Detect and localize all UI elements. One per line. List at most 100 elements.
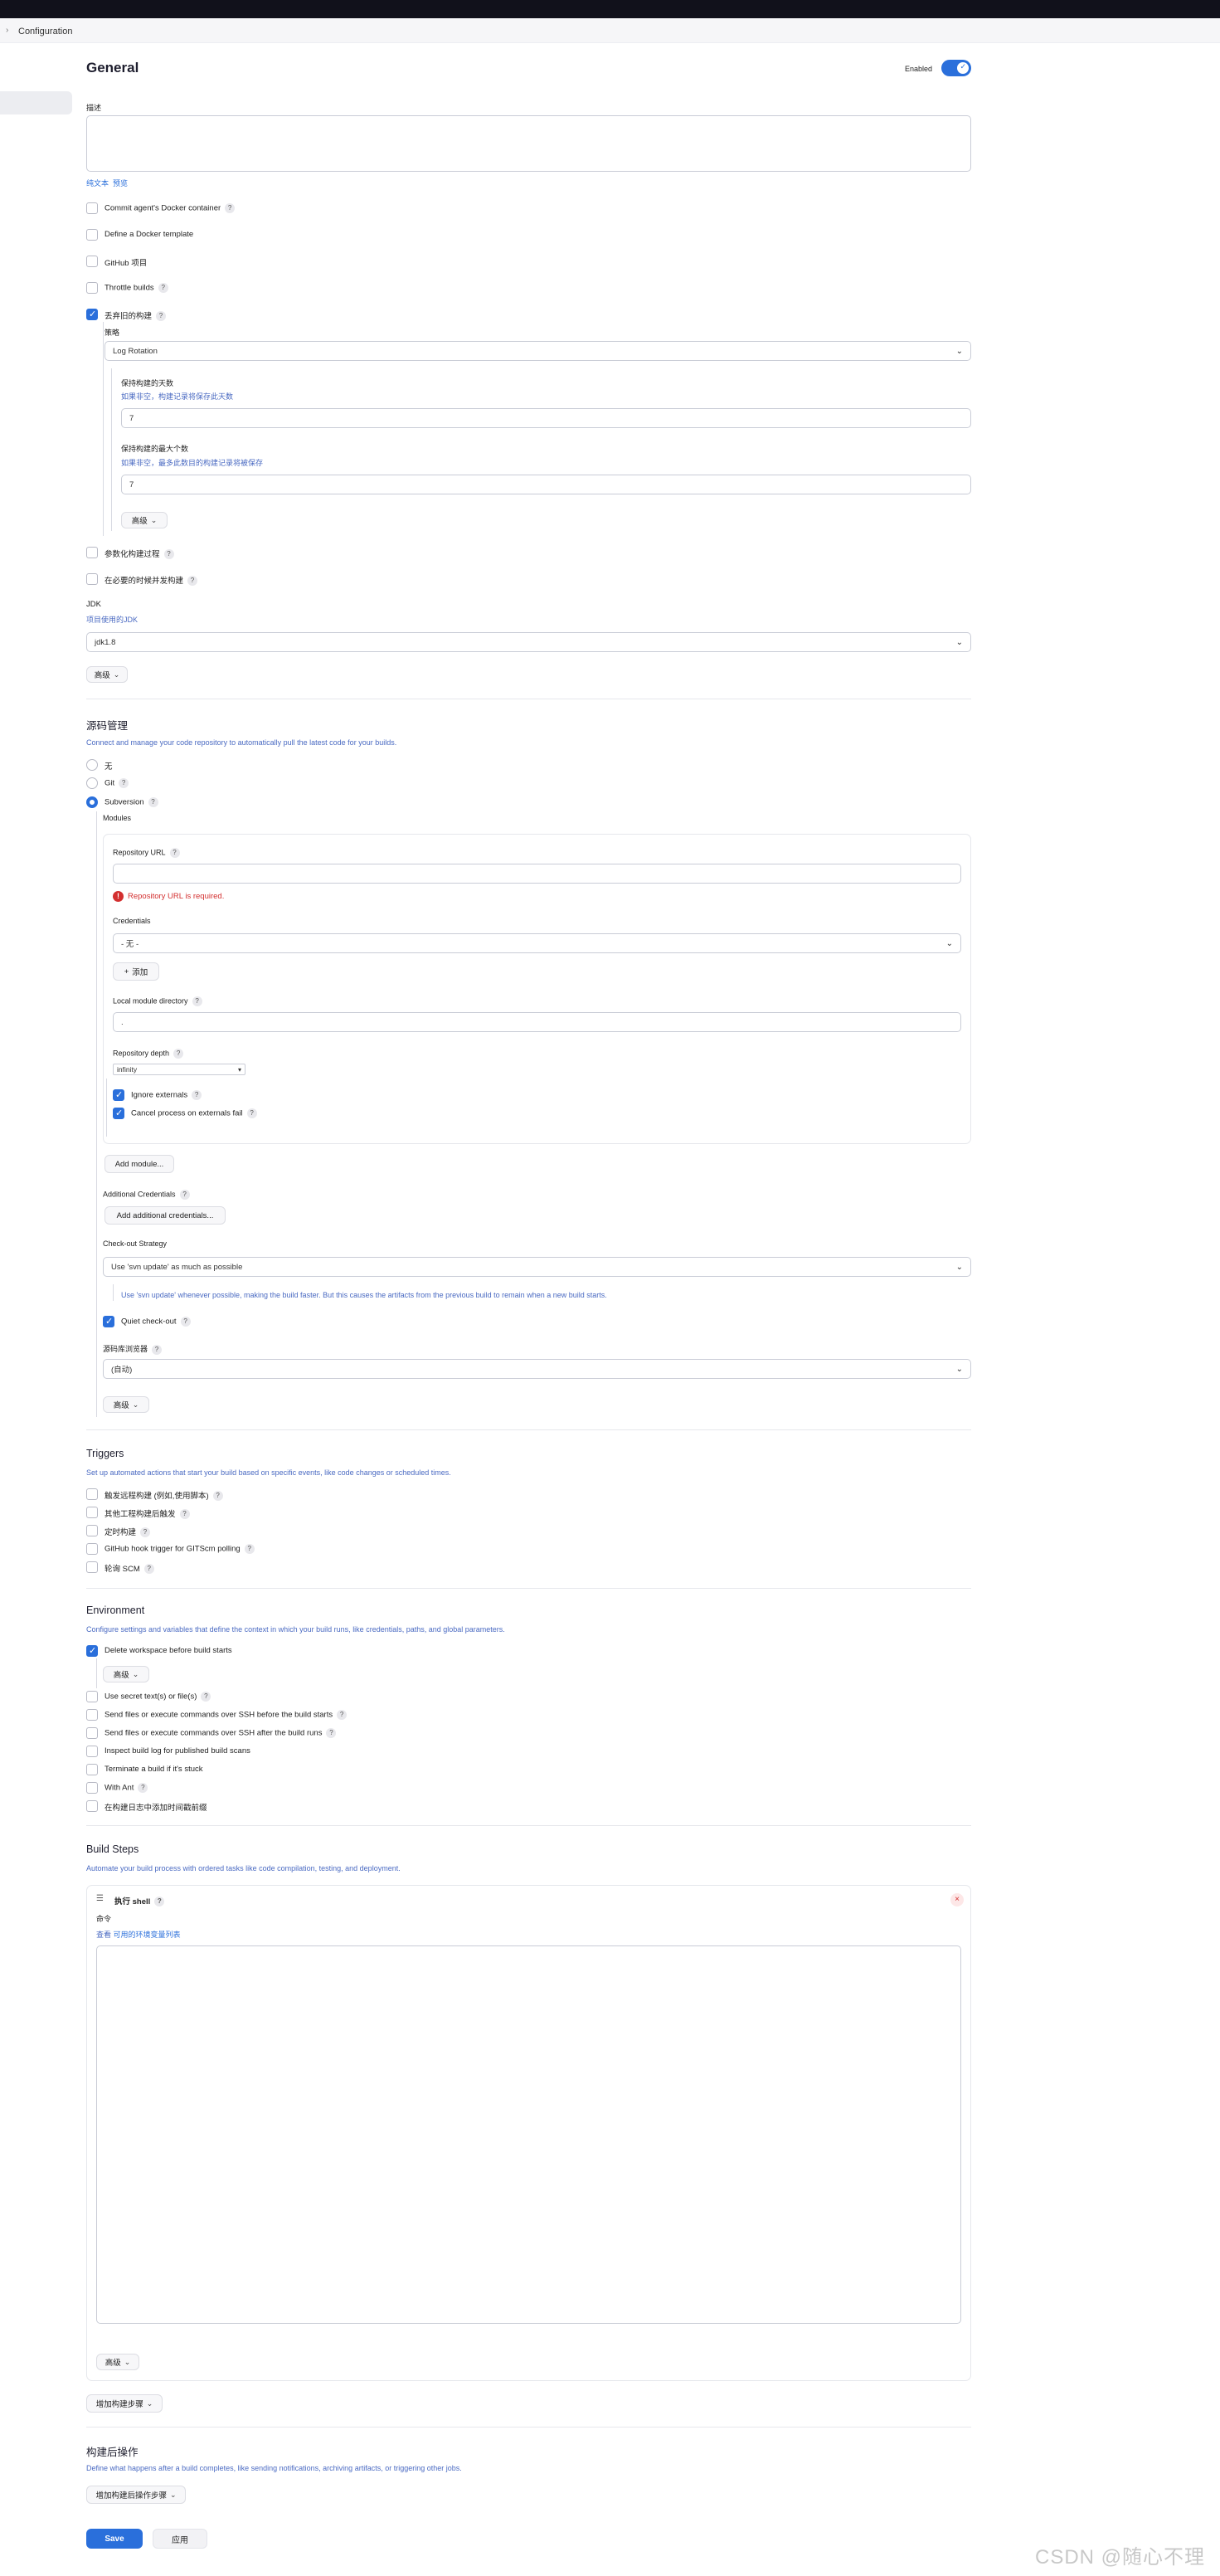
nested-guide-line bbox=[96, 1658, 97, 1688]
help-icon[interactable]: ? bbox=[337, 1710, 348, 1720]
option-checkbox-parameterized[interactable] bbox=[86, 547, 98, 558]
help-icon[interactable]: ? bbox=[179, 1190, 190, 1200]
chevron-down-icon: ⌄ bbox=[955, 1262, 963, 1272]
help-icon[interactable]: ? bbox=[154, 1897, 165, 1907]
option-label-throttle: Throttle builds? bbox=[105, 283, 168, 293]
env-checkbox-ant[interactable] bbox=[86, 1782, 98, 1794]
nested-guide-line bbox=[106, 1079, 107, 1137]
help-icon[interactable]: ? bbox=[158, 283, 168, 293]
help-icon[interactable]: ? bbox=[173, 1049, 184, 1059]
discard-advanced-button[interactable]: 高级 ⌄ bbox=[121, 512, 168, 528]
env-checkbox-secret[interactable] bbox=[86, 1691, 98, 1702]
option-checkbox-discard-old[interactable] bbox=[86, 309, 98, 320]
option-checkbox-commit-docker[interactable] bbox=[86, 202, 98, 214]
drag-handle-icon[interactable]: ☰ bbox=[96, 1894, 104, 1903]
help-icon[interactable]: ? bbox=[225, 203, 236, 213]
ignore-externals-checkbox[interactable] bbox=[113, 1089, 124, 1101]
additional-credentials-label: Additional Credentials? bbox=[103, 1190, 190, 1200]
help-icon[interactable]: ? bbox=[143, 1564, 154, 1575]
quiet-checkout-checkbox[interactable] bbox=[103, 1316, 114, 1327]
breadcrumb-configuration[interactable]: Configuration bbox=[18, 27, 72, 37]
section-title-post-build: 构建后操作 bbox=[86, 2447, 139, 2458]
env-checkbox-ssh-after[interactable] bbox=[86, 1727, 98, 1739]
trigger-checkbox-poll-scm[interactable] bbox=[86, 1561, 98, 1573]
environment-advanced-button[interactable]: 高级 ⌄ bbox=[103, 1666, 149, 1682]
scm-radio-git[interactable] bbox=[86, 777, 98, 789]
add-post-build-step-button[interactable]: 增加构建后操作步骤 ⌄ bbox=[86, 2486, 186, 2504]
option-checkbox-concurrent[interactable] bbox=[86, 573, 98, 585]
help-icon[interactable]: ? bbox=[187, 576, 198, 587]
strategy-select[interactable]: Log Rotation ⌄ bbox=[105, 341, 971, 361]
help-icon[interactable]: ? bbox=[244, 1544, 255, 1554]
add-credentials-button[interactable]: + 添加 bbox=[113, 962, 159, 981]
env-checkbox-ssh-before[interactable] bbox=[86, 1709, 98, 1721]
scm-radio-none[interactable] bbox=[86, 759, 98, 771]
trigger-checkbox-after-other[interactable] bbox=[86, 1507, 98, 1518]
trigger-checkbox-scheduled[interactable] bbox=[86, 1525, 98, 1536]
browser-select[interactable]: (自动) ⌄ bbox=[103, 1359, 971, 1379]
chevron-down-icon: ⌄ bbox=[132, 1400, 139, 1409]
jdk-select[interactable]: jdk1.8 ⌄ bbox=[86, 632, 971, 652]
description-textarea[interactable] bbox=[86, 115, 971, 172]
section-divider bbox=[86, 1429, 971, 1430]
modules-label: Modules bbox=[103, 814, 132, 822]
delete-workspace-checkbox[interactable] bbox=[86, 1645, 98, 1657]
checkout-description: Use 'svn update' whenever possible, maki… bbox=[121, 1291, 607, 1299]
checkout-select[interactable]: Use 'svn update' as much as possible ⌄ bbox=[103, 1257, 971, 1277]
help-icon[interactable]: ? bbox=[180, 1317, 191, 1327]
scm-subtitle: Connect and manage your code repository … bbox=[86, 738, 397, 747]
help-icon[interactable]: ? bbox=[163, 549, 174, 560]
help-icon[interactable]: ? bbox=[169, 848, 180, 858]
scm-advanced-button[interactable]: 高级 ⌄ bbox=[103, 1396, 149, 1413]
help-icon[interactable]: ? bbox=[192, 996, 202, 1006]
build-advanced-button[interactable]: 高级 ⌄ bbox=[96, 2354, 139, 2370]
repo-url-input[interactable] bbox=[113, 864, 961, 884]
help-icon[interactable]: ? bbox=[192, 1090, 202, 1100]
save-button[interactable]: Save bbox=[86, 2529, 143, 2549]
credentials-select[interactable]: - 无 - ⌄ bbox=[113, 933, 961, 953]
help-icon[interactable]: ? bbox=[212, 1491, 223, 1502]
preview-link[interactable]: 预览 bbox=[113, 179, 128, 187]
chevron-right-icon: › bbox=[6, 26, 9, 35]
help-icon[interactable]: ? bbox=[156, 311, 167, 322]
apply-button[interactable]: 应用 bbox=[153, 2529, 207, 2549]
cancel-externals-checkbox[interactable] bbox=[113, 1108, 124, 1119]
help-icon[interactable]: ? bbox=[246, 1108, 257, 1118]
add-additional-credentials-button[interactable]: Add additional credentials... bbox=[105, 1206, 226, 1225]
option-checkbox-docker-template[interactable] bbox=[86, 229, 98, 241]
scm-radio-subversion[interactable] bbox=[86, 796, 98, 808]
post-subtitle: Define what happens after a build comple… bbox=[86, 2464, 462, 2472]
trigger-checkbox-github-hook[interactable] bbox=[86, 1543, 98, 1555]
env-checkbox-terminate[interactable] bbox=[86, 1764, 98, 1775]
chevron-down-icon: ⌄ bbox=[955, 637, 963, 647]
add-build-step-button[interactable]: 增加构建步骤 ⌄ bbox=[86, 2394, 163, 2413]
help-icon[interactable]: ? bbox=[140, 1527, 151, 1538]
help-icon[interactable]: ? bbox=[179, 1509, 190, 1520]
enabled-toggle[interactable]: ✓ bbox=[941, 60, 971, 76]
help-icon[interactable]: ? bbox=[148, 797, 158, 807]
depth-select[interactable]: infinity ▾ bbox=[113, 1064, 245, 1075]
max-builds-input[interactable]: 7 bbox=[121, 475, 971, 494]
plain-text-link[interactable]: 纯文本 bbox=[86, 179, 109, 187]
env-checkbox-inspect-log[interactable] bbox=[86, 1746, 98, 1757]
trigger-label-poll-scm: 轮询 SCM? bbox=[105, 1562, 154, 1575]
help-icon[interactable]: ? bbox=[326, 1728, 337, 1738]
help-icon[interactable]: ? bbox=[119, 778, 129, 788]
repo-url-label: Repository URL? bbox=[113, 848, 180, 858]
option-checkbox-throttle[interactable] bbox=[86, 282, 98, 294]
env-vars-link[interactable]: 可用的环境变量列表 bbox=[114, 1931, 181, 1939]
local-dir-input[interactable]: . bbox=[113, 1012, 961, 1032]
sidebar-item-general[interactable] bbox=[0, 91, 72, 114]
help-icon[interactable]: ? bbox=[152, 1344, 163, 1355]
command-textarea[interactable] bbox=[96, 1945, 961, 2324]
trigger-checkbox-remote[interactable] bbox=[86, 1488, 98, 1500]
help-icon[interactable]: ? bbox=[138, 1783, 148, 1793]
option-checkbox-github-project[interactable] bbox=[86, 256, 98, 267]
days-input[interactable]: 7 bbox=[121, 408, 971, 428]
general-advanced-button[interactable]: 高级 ⌄ bbox=[86, 666, 128, 683]
close-icon[interactable]: × bbox=[950, 1893, 964, 1906]
help-icon[interactable]: ? bbox=[201, 1692, 211, 1702]
section-title-build-steps: Build Steps bbox=[86, 1843, 139, 1855]
env-checkbox-timestamps[interactable] bbox=[86, 1800, 98, 1812]
add-module-button[interactable]: Add module... bbox=[105, 1155, 174, 1173]
